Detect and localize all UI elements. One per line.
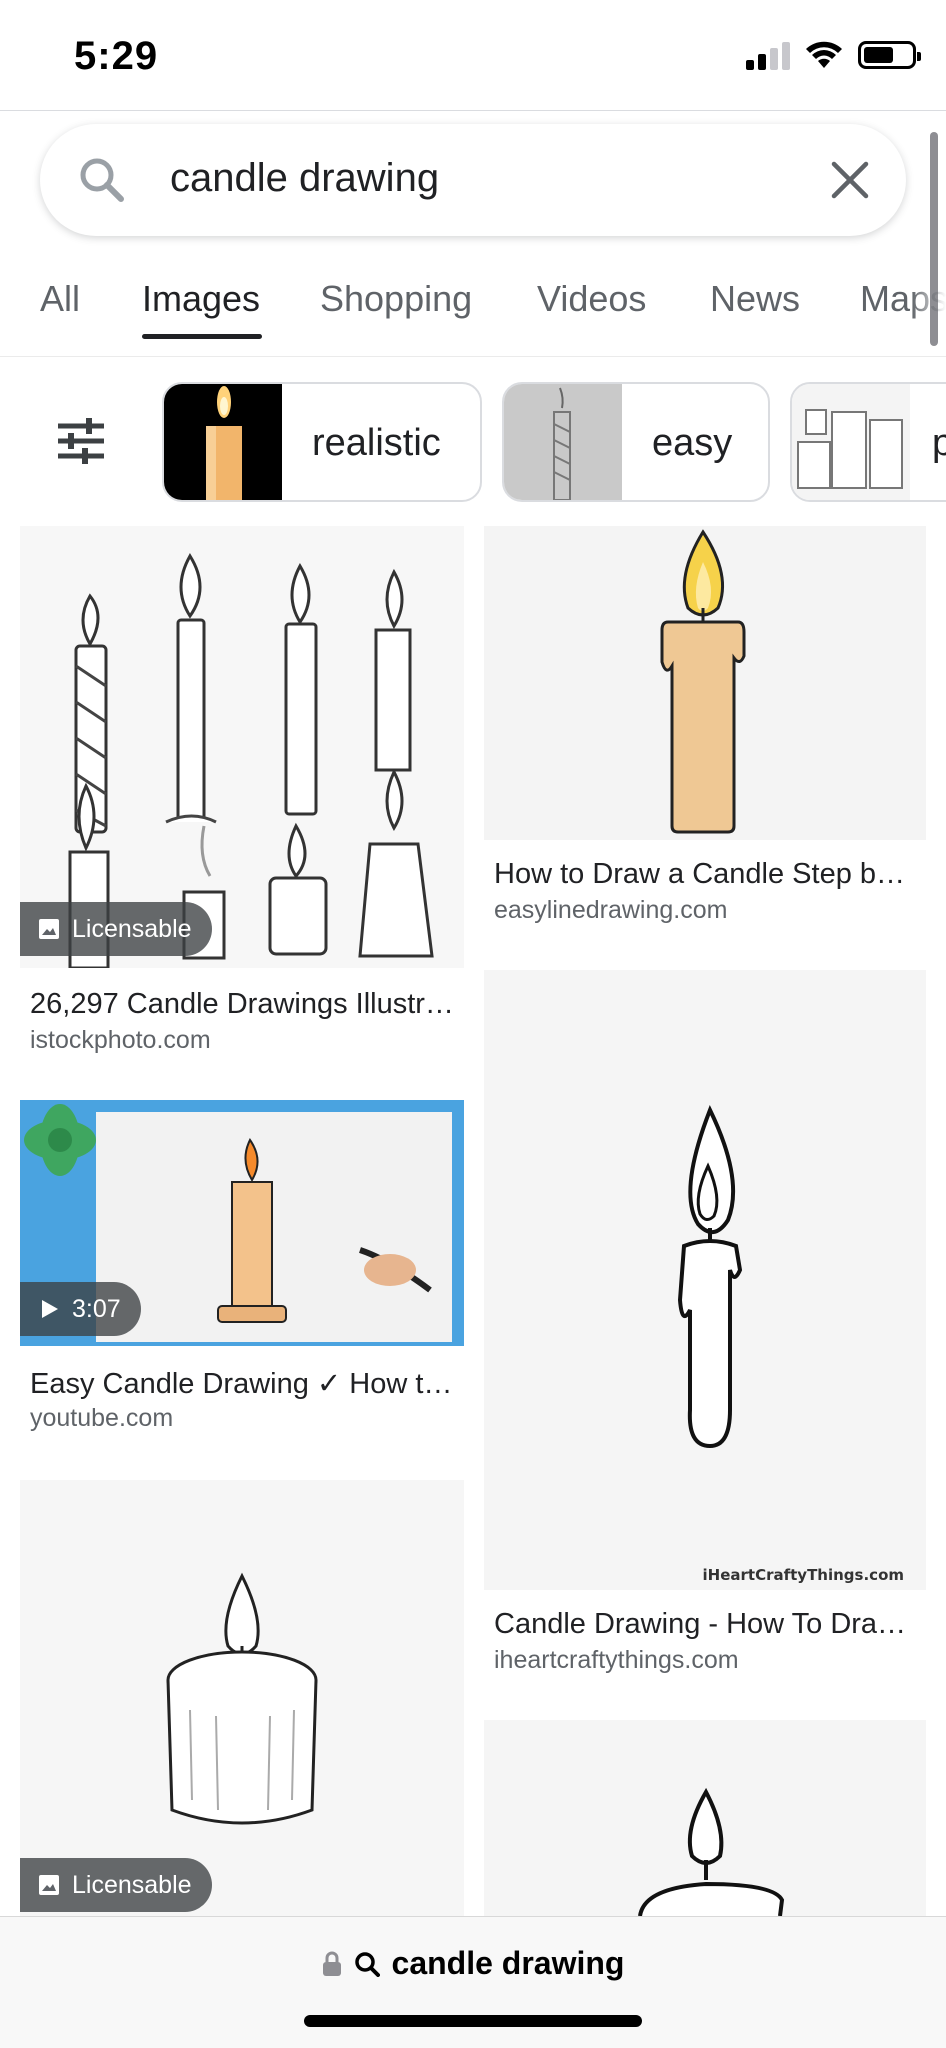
result-image[interactable] [20, 1480, 464, 1916]
filter-settings-icon[interactable] [56, 416, 106, 466]
search-icon [354, 1951, 380, 1977]
video-duration-badge: 3:07 [20, 1282, 141, 1336]
candle-outline-image [484, 970, 926, 1590]
chip-easy[interactable]: easy [502, 382, 770, 502]
result-card[interactable]: Licensable [20, 1480, 464, 1916]
search-input[interactable]: candle drawing [170, 156, 439, 201]
address-bar-text[interactable]: candle drawing [392, 1945, 625, 1982]
tab-shopping[interactable]: Shopping [320, 278, 472, 320]
result-image[interactable] [484, 526, 926, 840]
result-card[interactable]: 3:07 Easy Candle Drawing ✓ How t… youtub… [20, 1100, 464, 1440]
chip-label: easy [652, 422, 733, 464]
licensable-badge[interactable]: Licensable [20, 1858, 212, 1912]
candle-outline-image [484, 1720, 926, 1916]
result-title[interactable]: Candle Drawing - How To Dra… [494, 1608, 924, 1641]
filter-chips: realistic easy p [0, 380, 946, 504]
chip-thumbnail-image [164, 384, 282, 500]
chip-partial[interactable]: p [790, 382, 946, 502]
result-title[interactable]: 26,297 Candle Drawings Illustr… [30, 988, 460, 1021]
result-card[interactable]: Licensable 26,297 Candle Drawings Illust… [20, 526, 464, 1066]
result-title[interactable]: How to Draw a Candle Step b… [494, 858, 924, 891]
status-icons [746, 40, 921, 70]
tab-all[interactable]: All [40, 278, 80, 320]
status-divider [0, 110, 946, 111]
result-source[interactable]: youtube.com [30, 1404, 173, 1433]
result-title[interactable]: Easy Candle Drawing ✓ How t… [30, 1366, 460, 1401]
image-watermark: iHeartCraftyThings.com [702, 1566, 904, 1584]
lock-icon [322, 1951, 341, 1976]
active-tab-indicator [142, 334, 262, 339]
licensable-badge[interactable]: Licensable [20, 902, 212, 956]
wifi-icon [806, 41, 842, 68]
result-image[interactable] [484, 970, 926, 1590]
home-indicator[interactable] [304, 2015, 642, 2027]
search-tabs: All Images Shopping Videos News Maps [0, 270, 946, 360]
chip-thumbnail-image [504, 384, 622, 500]
result-source[interactable]: easylinedrawing.com [494, 896, 727, 925]
video-duration: 3:07 [72, 1294, 121, 1323]
tab-videos[interactable]: Videos [537, 278, 646, 320]
tab-images[interactable]: Images [142, 278, 260, 320]
browser-address-bar[interactable]: candle drawing [0, 1916, 946, 2048]
play-icon [42, 1300, 58, 1318]
chip-label: p [932, 422, 946, 465]
result-source[interactable]: iheartcraftythings.com [494, 1646, 739, 1675]
tab-news[interactable]: News [710, 278, 800, 320]
close-icon[interactable] [824, 154, 876, 206]
result-card[interactable]: How to Draw a Candle Step b… easylinedra… [484, 526, 926, 942]
result-source[interactable]: istockphoto.com [30, 1026, 211, 1055]
tab-maps[interactable]: Maps [860, 278, 946, 320]
cellular-signal-icon [746, 40, 790, 70]
address-bar-content[interactable]: candle drawing [0, 1945, 946, 1982]
search-icon[interactable] [76, 154, 128, 206]
badge-label: Licensable [72, 914, 192, 943]
result-image[interactable] [484, 1720, 926, 1916]
status-time: 5:29 [74, 34, 159, 78]
chip-thumbnail-image [792, 384, 910, 500]
candle-jar-image [20, 1480, 464, 1916]
chip-label: realistic [312, 422, 441, 464]
result-card[interactable]: iHeartCraftyThings.com Candle Drawing - … [484, 970, 926, 1676]
tabs-divider [0, 356, 946, 357]
image-icon [39, 1875, 59, 1895]
badge-label: Licensable [72, 1870, 192, 1899]
search-bar[interactable]: candle drawing [40, 124, 906, 236]
status-bar: 5:29 [0, 0, 946, 110]
candle-cartoon-image [484, 526, 926, 840]
chip-realistic[interactable]: realistic [162, 382, 482, 502]
image-icon [39, 919, 59, 939]
battery-icon [858, 41, 921, 69]
result-card[interactable] [484, 1720, 926, 1916]
